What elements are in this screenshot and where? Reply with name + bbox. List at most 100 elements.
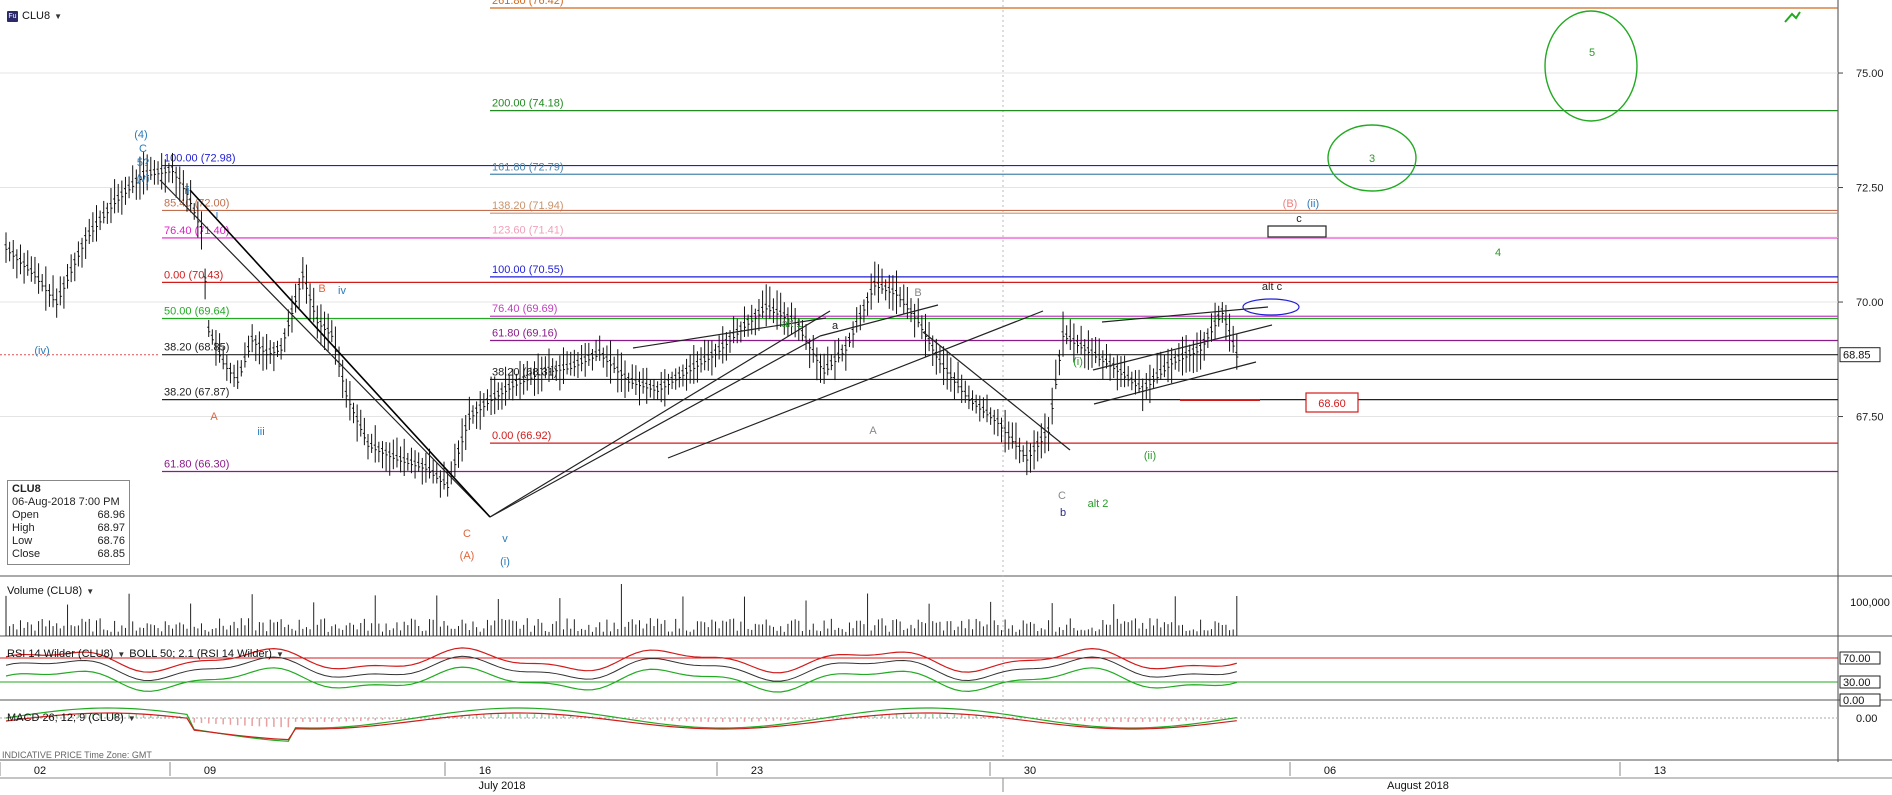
wave-label: C bbox=[463, 528, 471, 540]
wave-label: (i) bbox=[500, 556, 510, 568]
wave-label: (ii) bbox=[1144, 450, 1156, 462]
fib-level-label: 76.40 (71.40) bbox=[164, 225, 229, 237]
symbol-selector[interactable]: Fu CLU8 ▼ bbox=[7, 10, 62, 22]
fib-level-label: 100.00 (70.55) bbox=[492, 264, 564, 276]
wave-label: alt 1 bbox=[782, 318, 803, 330]
wave-label: alt c bbox=[1262, 281, 1283, 293]
rsi-axis-label: 30.00 bbox=[1843, 677, 1871, 689]
chart-area[interactable]: 75.00 72.50 70.00 67.50 261.80 (76.42) 200.00… bbox=[0, 0, 1892, 792]
wave-label: 3 bbox=[1369, 153, 1375, 165]
fib-level-label: 0.00 (66.92) bbox=[492, 430, 551, 442]
ohlc-low-value: 68.76 bbox=[97, 535, 125, 547]
macd-title: MACD 26; 12; 9 (CLU8) bbox=[7, 712, 124, 724]
wave-label: A bbox=[869, 425, 877, 437]
fu-logo-icon: Fu bbox=[7, 10, 18, 22]
ohlc-symbol: CLU8 bbox=[12, 483, 41, 495]
chart-svg[interactable]: 75.00 72.50 70.00 67.50 261.80 (76.42) 200.00… bbox=[0, 0, 1892, 792]
wave-label: 4 bbox=[1495, 247, 1501, 259]
boll-title: BOLL 50; 2.1 (RSI 14 Wilder) bbox=[129, 648, 272, 660]
fib-level-label: 61.80 (66.30) bbox=[164, 458, 229, 470]
chevron-down-icon[interactable]: ▼ bbox=[128, 714, 136, 723]
wave-label: alt 2 bbox=[1088, 498, 1109, 510]
wave-label: B bbox=[318, 283, 325, 295]
fib-level-label: 100.00 (72.98) bbox=[164, 153, 236, 165]
rsi-axis-label: 0.00 bbox=[1843, 695, 1864, 707]
wave-label: A bbox=[210, 411, 218, 423]
ohlc-low-row: Low 68.76 bbox=[12, 535, 125, 548]
macd-signal-line bbox=[5, 712, 1237, 741]
wave-label: (iv) bbox=[34, 345, 49, 357]
fib-level-label: 0.00 (70.43) bbox=[164, 269, 223, 281]
month-label: August 2018 bbox=[1387, 780, 1449, 792]
wave-label: iv bbox=[338, 285, 346, 297]
last-price-label: 68.85 bbox=[1843, 350, 1871, 362]
fib-level-label: 38.20 (68.31) bbox=[492, 366, 557, 378]
ohlc-low-label: Low bbox=[12, 535, 33, 547]
ohlc-close-label: Close bbox=[12, 548, 41, 560]
x-tick-label: 02 bbox=[34, 765, 46, 777]
ohlc-open-row: Open 68.96 bbox=[12, 509, 125, 522]
x-tick-label: 23 bbox=[751, 765, 763, 777]
fib-level-label: 123.60 (71.41) bbox=[492, 224, 564, 236]
ohlc-high-value: 68.97 bbox=[97, 522, 125, 534]
fib-level-label: 61.80 (69.16) bbox=[492, 328, 557, 340]
wave-label: (A) bbox=[460, 550, 475, 562]
ohlc-date: 06-Aug-2018 7:00 PM bbox=[12, 496, 120, 508]
chevron-down-icon[interactable]: ▼ bbox=[54, 12, 62, 21]
chevron-down-icon[interactable]: ▼ bbox=[117, 650, 125, 659]
fib-level-label: 200.00 (74.18) bbox=[492, 98, 564, 110]
month-label: July 2018 bbox=[478, 780, 525, 792]
wave-label: c bbox=[1296, 213, 1302, 225]
ohlc-info-box: CLU8 06-Aug-2018 7:00 PM Open 68.96 High 6… bbox=[7, 480, 130, 565]
ohlc-open-label: Open bbox=[12, 509, 39, 521]
x-tick-label: 30 bbox=[1024, 765, 1036, 777]
x-tick-label: 09 bbox=[204, 765, 216, 777]
rsi-title: RSI 14 Wilder (CLU8) bbox=[7, 648, 114, 660]
wave-label: i bbox=[216, 209, 218, 221]
chevron-down-icon[interactable]: ▼ bbox=[276, 650, 284, 659]
wave-label: (4) bbox=[134, 129, 147, 141]
x-tick-label: 06 bbox=[1324, 765, 1336, 777]
wave-label: v bbox=[502, 533, 508, 545]
footer-note-text: INDICATIVE PRICE Time Zone: GMT bbox=[2, 750, 152, 760]
wave-label: 5? bbox=[137, 157, 149, 169]
ohlc-close-row: Close 68.85 bbox=[12, 548, 125, 561]
wave-label: (i) bbox=[1073, 356, 1083, 368]
wave-label: iii bbox=[257, 426, 264, 438]
y-tick-label: 75.00 bbox=[1856, 68, 1884, 80]
ohlc-high-label: High bbox=[12, 522, 35, 534]
rsi-axis-label: 70.00 bbox=[1843, 653, 1871, 665]
macd-axis-label: 0.00 bbox=[1856, 713, 1877, 725]
macd-panel-header[interactable]: MACD 26; 12; 9 (CLU8) ▼ bbox=[7, 712, 136, 724]
wave-label: B bbox=[914, 287, 921, 299]
y-tick-label: 72.50 bbox=[1856, 183, 1884, 195]
fib-level-label: 76.40 (69.69) bbox=[492, 303, 557, 315]
rsi-panel-header[interactable]: RSI 14 Wilder (CLU8) ▼ BOLL 50; 2.1 (RSI… bbox=[7, 648, 284, 660]
wave-label: (v) bbox=[137, 173, 150, 185]
ohlc-open-value: 68.96 bbox=[97, 509, 125, 521]
target-box-label: 68.60 bbox=[1318, 398, 1346, 410]
volume-axis-label: 100,000 bbox=[1850, 597, 1890, 609]
wave-label: 5 bbox=[1589, 47, 1595, 59]
fib-level-label: 85.40 (72.00) bbox=[164, 197, 229, 209]
wave-label: C bbox=[139, 143, 147, 155]
wave-label: C bbox=[1058, 490, 1066, 502]
footer-note: INDICATIVE PRICE Time Zone: GMT bbox=[2, 750, 152, 760]
symbol-label: CLU8 bbox=[22, 10, 51, 22]
ohlc-high-row: High 68.97 bbox=[12, 522, 125, 535]
fib-level-label: 161.80 (72.79) bbox=[492, 161, 564, 173]
x-tick-label: 16 bbox=[479, 765, 491, 777]
y-tick-label: 70.00 bbox=[1856, 297, 1884, 309]
chevron-down-icon[interactable]: ▼ bbox=[86, 587, 94, 596]
fib-level-label: 38.20 (67.87) bbox=[164, 387, 229, 399]
fib-level-label: 50.00 (69.64) bbox=[164, 306, 229, 318]
wave-label: (ii) bbox=[1307, 198, 1319, 210]
wave-label: a bbox=[832, 320, 839, 332]
wave-label: ii bbox=[185, 185, 190, 197]
fib-level-label: 261.80 (76.42) bbox=[492, 0, 564, 7]
wave-label: (B) bbox=[1283, 198, 1298, 210]
ohlc-close-value: 68.85 bbox=[97, 548, 125, 560]
volume-panel-header[interactable]: Volume (CLU8) ▼ bbox=[7, 585, 94, 597]
y-tick-label: 67.50 bbox=[1856, 412, 1884, 424]
wave-label: b bbox=[1060, 507, 1066, 519]
